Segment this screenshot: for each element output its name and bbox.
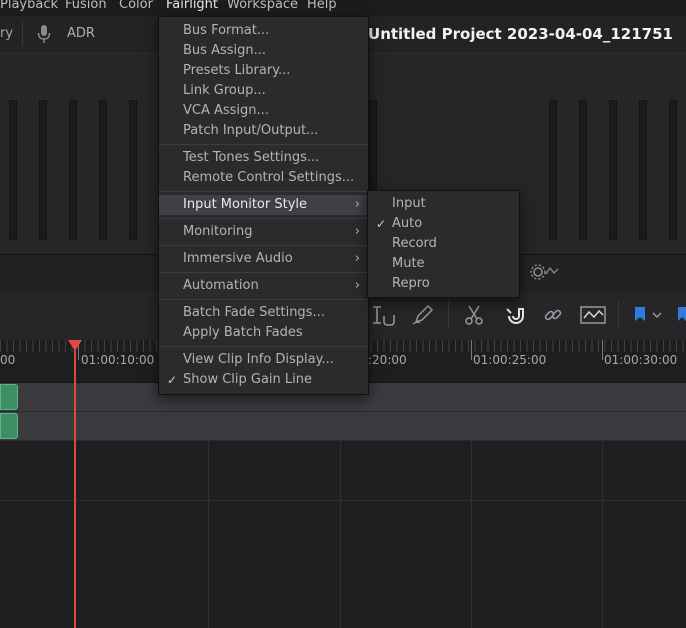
- menu-item-show-clip-gain-line[interactable]: ✓ Show Clip Gain Line: [159, 370, 368, 390]
- checkmark-icon: ✓: [167, 373, 178, 387]
- audio-clip[interactable]: [0, 413, 18, 439]
- toolbar-divider: [618, 301, 619, 329]
- menu-separator: [159, 191, 368, 192]
- timecode-label: 00: [0, 353, 16, 367]
- timeline-tracks[interactable]: [0, 383, 686, 628]
- menu-separator: [159, 346, 368, 347]
- channel-meter: [669, 100, 677, 240]
- channel-meter: [9, 100, 17, 240]
- chevron-right-icon: ›: [354, 251, 360, 266]
- audio-track[interactable]: [0, 412, 686, 441]
- toolbar-divider: [22, 22, 23, 46]
- audio-clip[interactable]: [0, 384, 18, 410]
- trim-tool-icon[interactable]: [370, 303, 396, 327]
- chevron-down-icon[interactable]: [648, 303, 666, 327]
- menu-fairlight[interactable]: Fairlight: [166, 0, 218, 12]
- menu-item-monitoring[interactable]: Monitoring ›: [159, 222, 368, 242]
- submenu-item-input[interactable]: Input: [368, 194, 519, 214]
- menu-item-bus-assign[interactable]: Bus Assign...: [159, 41, 368, 61]
- toolbar-divider: [448, 301, 449, 329]
- ruler-major-tick: [471, 340, 472, 360]
- fairlight-menu: Bus Format... Bus Assign... Presets Libr…: [158, 16, 369, 395]
- channel-meter: [69, 100, 77, 240]
- menu-playback[interactable]: Playback: [0, 0, 58, 12]
- automation-view-icon[interactable]: [580, 303, 606, 327]
- timecode-label: 01:00:30:00: [604, 353, 678, 367]
- submenu-item-record[interactable]: Record: [368, 234, 519, 254]
- menu-item-input-monitor-style[interactable]: Input Monitor Style ›: [159, 195, 368, 215]
- automation-settings-icon[interactable]: [530, 262, 560, 286]
- timecode-label: :20:00: [368, 353, 407, 367]
- menu-item-automation[interactable]: Automation ›: [159, 276, 368, 296]
- blade-tool-icon[interactable]: [461, 303, 487, 327]
- channel-meter: [129, 100, 137, 240]
- chevron-right-icon: ›: [354, 197, 360, 212]
- menu-fusion[interactable]: Fusion: [65, 0, 107, 12]
- menu-item-link-group[interactable]: Link Group...: [159, 81, 368, 101]
- menu-help[interactable]: Help: [307, 0, 337, 12]
- menu-workspace[interactable]: Workspace: [227, 0, 298, 12]
- pencil-tool-icon[interactable]: [410, 303, 436, 327]
- ruler-major-tick: [602, 340, 603, 360]
- channel-meter: [579, 100, 587, 240]
- menu-bar: Playback Fusion Color Fairlight Workspac…: [0, 0, 686, 16]
- input-monitor-style-submenu: Input ✓ Auto Record Mute Repro: [367, 190, 520, 298]
- flag-icon[interactable]: [672, 303, 686, 327]
- toolbar-partial-label[interactable]: ry: [0, 26, 13, 41]
- menu-item-immersive-audio[interactable]: Immersive Audio ›: [159, 249, 368, 269]
- menu-separator: [159, 218, 368, 219]
- playhead-line[interactable]: [74, 350, 76, 628]
- menu-item-vca-assign[interactable]: VCA Assign...: [159, 101, 368, 121]
- timecode-label: 01:00:25:00: [473, 353, 547, 367]
- chevron-right-icon: ›: [354, 278, 360, 293]
- channel-meter: [549, 100, 557, 240]
- submenu-item-auto[interactable]: ✓ Auto: [368, 214, 519, 234]
- menu-separator: [159, 144, 368, 145]
- adr-button[interactable]: ADR: [67, 26, 95, 41]
- submenu-item-mute[interactable]: Mute: [368, 254, 519, 274]
- chevron-right-icon: ›: [354, 224, 360, 239]
- submenu-item-repro[interactable]: Repro: [368, 274, 519, 294]
- menu-item-bus-format[interactable]: Bus Format...: [159, 21, 368, 41]
- playhead-handle[interactable]: [68, 340, 82, 351]
- menu-item-test-tones-settings[interactable]: Test Tones Settings...: [159, 148, 368, 168]
- menu-item-view-clip-info-display[interactable]: View Clip Info Display...: [159, 350, 368, 370]
- channel-meter: [39, 100, 47, 240]
- snapping-icon[interactable]: [502, 303, 528, 327]
- menu-item-apply-batch-fades[interactable]: Apply Batch Fades: [159, 323, 368, 343]
- checkmark-icon: ✓: [376, 217, 387, 231]
- channel-meter: [609, 100, 617, 240]
- menu-item-presets-library[interactable]: Presets Library...: [159, 61, 368, 81]
- microphone-icon[interactable]: [36, 24, 52, 50]
- menu-separator: [159, 245, 368, 246]
- menu-item-remote-control-settings[interactable]: Remote Control Settings...: [159, 168, 368, 188]
- timecode-label: 01:00:10:00: [81, 353, 155, 367]
- menu-item-patch-input-output[interactable]: Patch Input/Output...: [159, 121, 368, 141]
- channel-meter: [99, 100, 107, 240]
- menu-separator: [159, 272, 368, 273]
- channel-meter: [639, 100, 647, 240]
- menu-separator: [159, 299, 368, 300]
- track-divider: [0, 500, 686, 501]
- menu-item-batch-fade-settings[interactable]: Batch Fade Settings...: [159, 303, 368, 323]
- link-icon[interactable]: [540, 303, 566, 327]
- menu-color[interactable]: Color: [119, 0, 153, 12]
- project-title: Untitled Project 2023-04-04_121751: [368, 25, 673, 43]
